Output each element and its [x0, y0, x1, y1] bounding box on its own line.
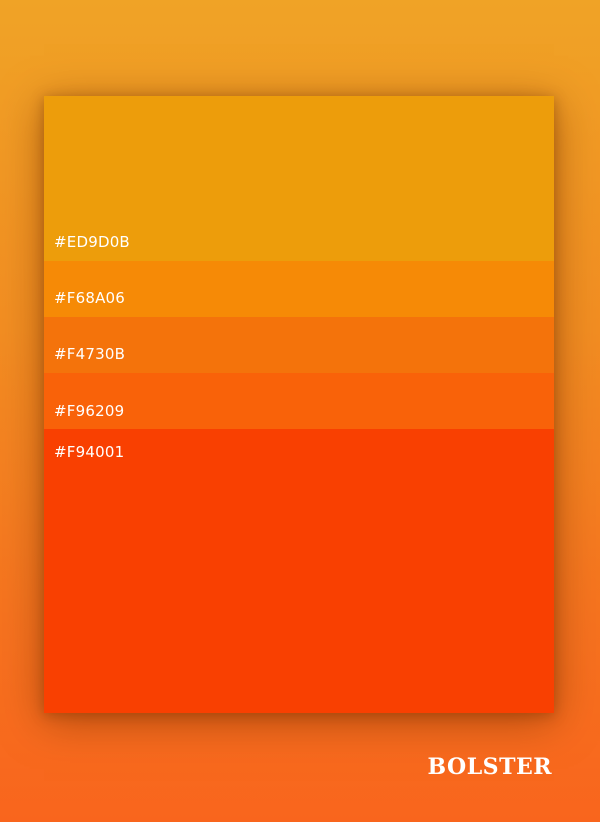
color-swatch: #F4730B: [44, 317, 554, 373]
hex-code-label: #F96209: [54, 402, 125, 420]
hex-code-label: #F4730B: [54, 345, 126, 363]
color-swatch: #F96209: [44, 373, 554, 429]
hex-code-label: #F94001: [54, 443, 125, 461]
color-swatch: #F94001: [44, 429, 554, 713]
color-swatch: #F68A06: [44, 261, 554, 317]
color-swatch: #ED9D0B: [44, 96, 554, 261]
brand-wordmark: BOLSTER: [427, 754, 552, 780]
hex-code-label: #F68A06: [54, 289, 126, 307]
color-palette-card: #ED9D0B #F68A06 #F4730B #F96209 #F94001: [44, 96, 554, 713]
hex-code-label: #ED9D0B: [54, 233, 130, 251]
